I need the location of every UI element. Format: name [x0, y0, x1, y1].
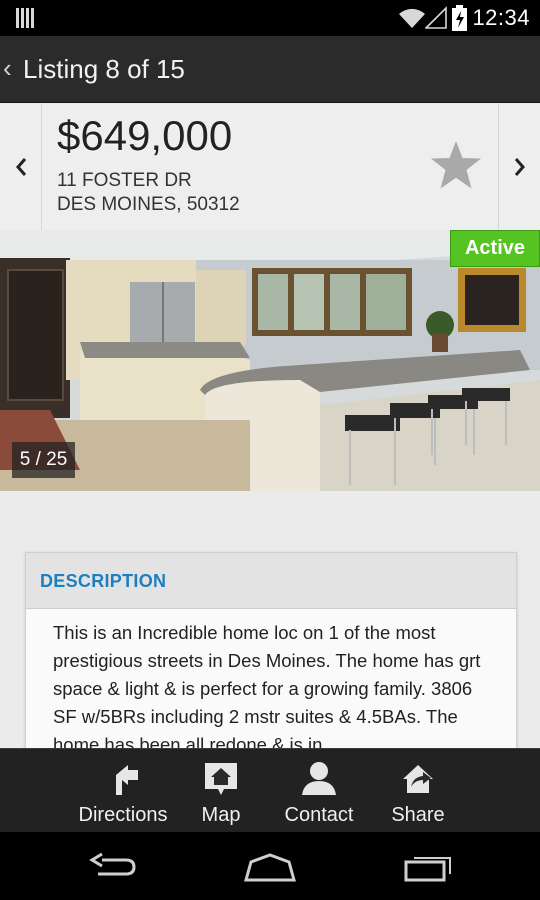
signal-icon [425, 6, 447, 29]
address-street: 11 FOSTER DR [57, 170, 192, 191]
home-icon[interactable] [243, 852, 297, 882]
previous-listing-button[interactable] [0, 103, 42, 230]
clock: 12:34 [472, 5, 530, 30]
share-button[interactable]: Share [390, 749, 446, 833]
notification-icon [16, 8, 34, 28]
contact-icon [302, 762, 336, 795]
directions-label: Directions [78, 804, 168, 826]
back-icon[interactable] [88, 852, 136, 882]
directions-button[interactable]: Directions [76, 749, 170, 833]
wifi-icon [399, 8, 425, 28]
contact-button[interactable]: Contact [283, 749, 355, 833]
contact-label: Contact [284, 804, 354, 826]
description-title: DESCRIPTION [40, 571, 167, 591]
chevron-left-icon [15, 157, 26, 176]
next-listing-button[interactable] [498, 103, 540, 230]
star-icon[interactable] [429, 139, 483, 191]
kitchen-photo [0, 230, 540, 491]
share-label: Share [391, 804, 445, 826]
chevron-right-icon [514, 157, 525, 176]
page-title[interactable]: Listing 8 of 15 [23, 52, 185, 86]
map-label: Map [201, 804, 241, 826]
photo-counter: 5 / 25 [12, 442, 75, 478]
directions-icon [116, 765, 138, 795]
map-button[interactable]: Map [196, 749, 246, 833]
share-icon [403, 765, 433, 793]
chevron-left-icon[interactable]: ‹ [3, 52, 19, 84]
action-bar: ‹ Listing 8 of 15 [0, 36, 540, 103]
recent-apps-icon[interactable] [404, 852, 454, 882]
listing-header: $649,000 11 FOSTER DR DES MOINES, 50312 [0, 103, 540, 230]
battery-icon [452, 5, 467, 31]
description-text: This is an Incredible home loc on 1 of t… [53, 622, 481, 755]
listing-price: $649,000 [57, 112, 233, 159]
address-city: DES MOINES, 50312 [57, 194, 240, 215]
status-badge: Active [450, 230, 540, 267]
bottom-toolbar: Directions Map Contact Share [0, 748, 540, 832]
map-icon [205, 763, 237, 795]
listing-photo[interactable]: Active 5 / 25 [0, 230, 540, 491]
status-bar: 12:34 [0, 0, 540, 36]
system-navbar [0, 832, 540, 900]
